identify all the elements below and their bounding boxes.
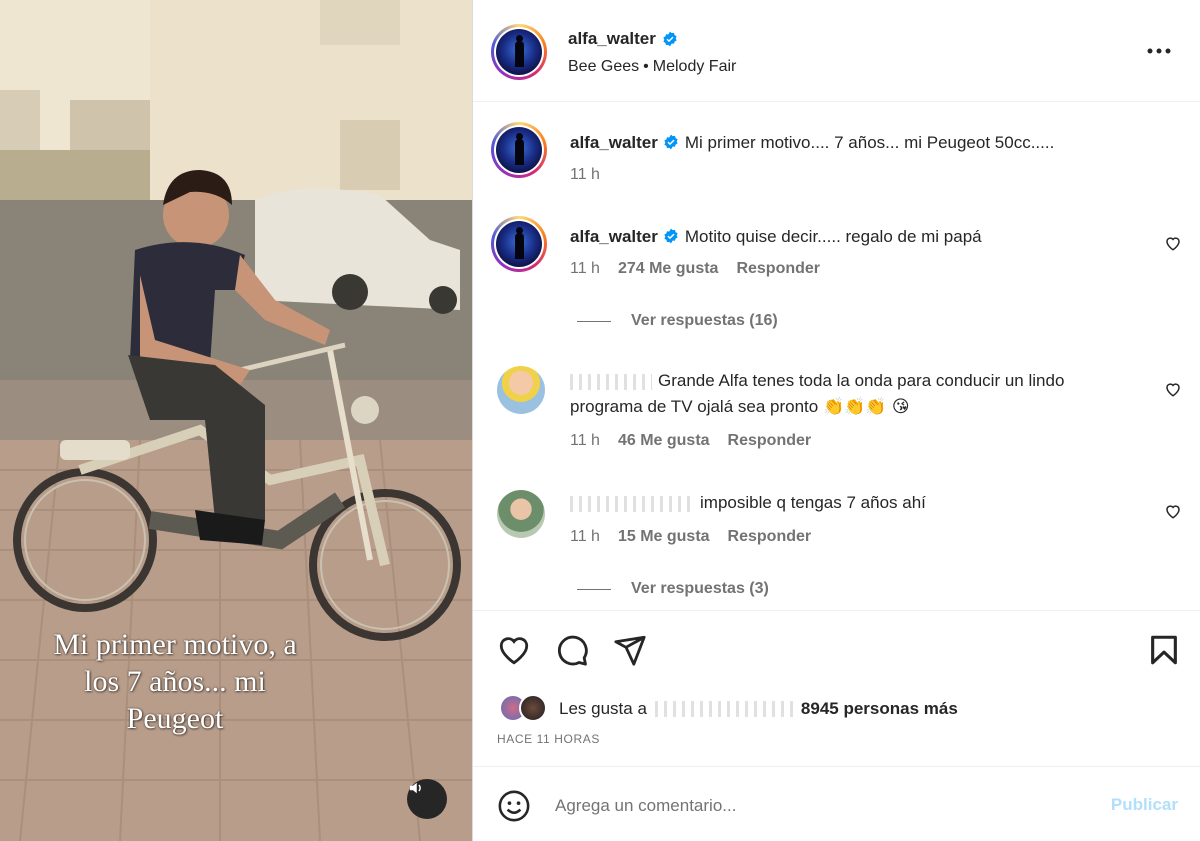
comment-username-blurred[interactable] [570, 495, 694, 512]
post-actions: Les gusta a 8945 personas más HACE 11 HO… [473, 610, 1200, 765]
publish-button[interactable]: Publicar [1111, 795, 1178, 815]
song-info[interactable]: Bee Gees • Melody Fair [568, 58, 736, 76]
comment-item: imposible q tengas 7 años ahí 11 h 15 Me… [473, 490, 1200, 605]
share-icon[interactable] [613, 633, 647, 667]
reply-button[interactable]: Responder [728, 528, 812, 546]
comment-item: Grande Alfa tenes toda la onda para cond… [473, 366, 1200, 456]
comment-likes[interactable]: 274 Me gusta [618, 260, 718, 278]
comment-time[interactable]: 11 h [570, 528, 600, 546]
comment-meta: 11 h 15 Me gusta Responder [570, 528, 811, 546]
verified-badge-icon [664, 228, 678, 244]
speaker-icon [410, 782, 421, 794]
comment-text: Motito quise decir..... regalo de mi pap… [684, 227, 982, 246]
comment-text-block: Grande Alfa tenes toda la onda para cond… [570, 368, 1130, 420]
view-replies-label: Ver respuestas (16) [631, 312, 778, 329]
comment-likes[interactable]: 46 Me gusta [618, 432, 710, 450]
verified-badge-icon [664, 134, 678, 150]
comment-username-blurred[interactable] [570, 373, 652, 390]
view-replies-label: Ver respuestas (3) [631, 580, 769, 597]
comment-like-heart-icon[interactable] [1164, 502, 1182, 520]
comment-username[interactable]: alfa_walter [570, 227, 658, 246]
caption-time[interactable]: 11 h [570, 166, 600, 184]
comment-likes[interactable]: 15 Me gusta [618, 528, 710, 546]
reply-button[interactable]: Responder [728, 432, 812, 450]
likes-summary[interactable]: Les gusta a 8945 personas más [499, 694, 958, 724]
comment-avatar[interactable] [497, 490, 545, 538]
view-replies-button[interactable]: Ver respuestas (16) [577, 312, 778, 330]
likes-count[interactable]: 8945 personas más [801, 699, 958, 719]
emoji-icon[interactable] [497, 789, 531, 823]
comment-avatar[interactable] [491, 216, 547, 272]
caption-text-block: alfa_walter Mi primer motivo.... 7 años..… [570, 130, 1130, 156]
post-photo[interactable]: Mi primer motivo, a los 7 años... mi Peu… [0, 0, 472, 841]
song-separator: • [643, 58, 649, 75]
comment-input[interactable] [555, 791, 1075, 821]
profile-avatar[interactable] [491, 24, 547, 80]
add-comment-bar: Publicar [473, 766, 1200, 841]
post-caption: alfa_walter Mi primer motivo.... 7 años..… [473, 122, 1200, 192]
song-artist: Bee Gees [568, 58, 640, 75]
likes-prefix: Les gusta a [559, 699, 647, 718]
heart-icon[interactable] [497, 633, 531, 667]
caption-text: Mi primer motivo.... 7 años... mi Peugeo… [684, 133, 1055, 152]
reply-button[interactable]: Responder [736, 260, 820, 278]
comment-icon[interactable] [555, 633, 589, 667]
more-options-button[interactable] [1146, 38, 1172, 64]
caption-avatar[interactable] [491, 122, 547, 178]
comment-text-block: alfa_walter Motito quise decir..... regal… [570, 224, 1130, 250]
replies-line [577, 320, 611, 322]
liker-avatars [499, 694, 549, 724]
post-header: alfa_walter Bee Gees • Melody Fair [473, 0, 1200, 102]
comment-like-heart-icon[interactable] [1164, 380, 1182, 398]
comment-time[interactable]: 11 h [570, 432, 600, 450]
bookmark-icon[interactable] [1147, 633, 1181, 667]
comment-like-heart-icon[interactable] [1164, 234, 1182, 252]
comment-emojis: 👏👏👏 😘 [822, 397, 910, 417]
replies-line [577, 588, 611, 590]
post-timestamp[interactable]: HACE 11 HORAS [497, 732, 600, 746]
caption-meta: 11 h [570, 166, 600, 184]
comment-time[interactable]: 11 h [570, 260, 600, 278]
header-username[interactable]: alfa_walter [568, 29, 656, 49]
view-replies-button[interactable]: Ver respuestas (3) [577, 580, 769, 598]
verified-badge-icon [663, 31, 677, 47]
photo-caption: Mi primer motivo, a los 7 años... mi Peu… [53, 628, 297, 735]
comment-avatar[interactable] [497, 366, 545, 414]
liker-name-blurred[interactable] [654, 701, 795, 717]
comment-text-block: imposible q tengas 7 años ahí [570, 490, 1130, 516]
post-side-panel: alfa_walter Bee Gees • Melody Fair alfa_wa… [472, 0, 1200, 841]
comment-meta: 11 h 46 Me gusta Responder [570, 432, 811, 450]
comment-item: alfa_walter Motito quise decir..... regal… [473, 216, 1200, 336]
caption-username[interactable]: alfa_walter [570, 133, 658, 152]
comment-meta: 11 h 274 Me gusta Responder [570, 260, 820, 278]
audio-toggle-button[interactable] [407, 779, 447, 819]
more-horizontal-icon [1147, 48, 1171, 54]
comment-text: imposible q tengas 7 años ahí [700, 493, 926, 512]
song-title: Melody Fair [652, 58, 737, 75]
